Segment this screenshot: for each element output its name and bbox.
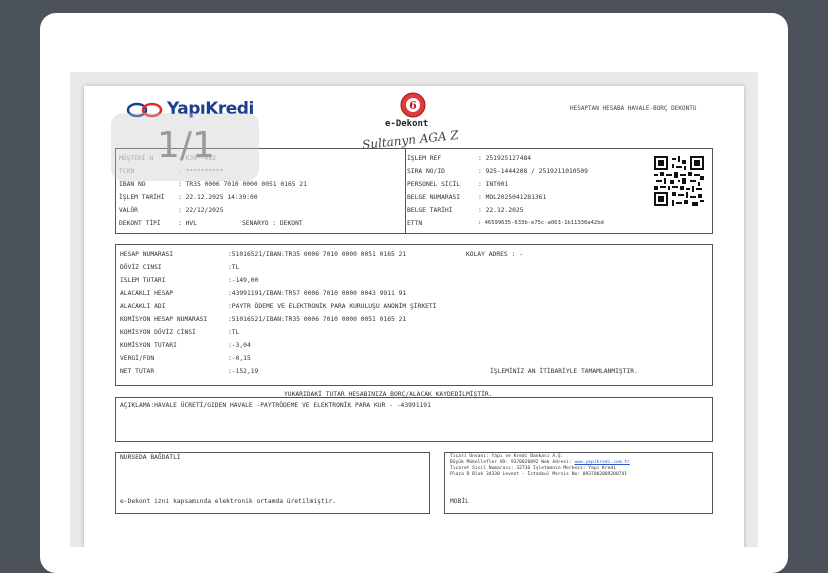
transaction-status: İŞLEMİNİZ AN İTİBARİYLE TAMAMLANMIŞTIR. — [490, 368, 638, 375]
page-counter-overlay: 1/1 — [111, 113, 259, 181]
detail-value: :51016521/IBAN:TR35 0006 7010 0000 0051 … — [228, 316, 407, 323]
detail-value: :-152,19 — [228, 368, 259, 375]
info-right-value: : MOL2025041281361 — [478, 194, 547, 201]
bank-website-link[interactable]: www.yapikredi.com.tr — [574, 460, 629, 465]
senaryo-label: SENARYO : DEKONT — [242, 220, 303, 227]
info-right-label: ETTN — [407, 220, 423, 227]
detail-label: NET TUTAR — [120, 368, 155, 375]
page-counter-text: 1/1 — [157, 125, 215, 166]
customer-name: NURSEDA BAĞDATLI — [120, 454, 181, 461]
info-right-label: İŞLEM REF — [407, 155, 442, 162]
detail-label: ALACAKLI ADI — [120, 303, 166, 310]
vertical-divider — [405, 148, 406, 234]
document-type-title: HESAPTAN HESABA HAVALE-BORÇ DEKONTU — [570, 105, 697, 112]
channel-label: MOBİL — [450, 498, 469, 505]
kolay-adres: KOLAY ADRES : - — [466, 251, 523, 258]
info-left-label: DEKONT TİPİ — [119, 220, 161, 227]
transaction-details-section — [115, 244, 713, 386]
electronic-note: e-Dekont izni kapsamında elektronik orta… — [120, 498, 337, 505]
detail-value: :TL — [228, 329, 240, 336]
info-left-value: : HVL — [178, 220, 197, 227]
info-right-label: SIRA NO/ID — [407, 168, 445, 175]
info-right-value: : 22.12.2025 — [478, 207, 524, 214]
detail-value: :PAYTR ÖDEME VE ELEKTRONİK PARA KURULUŞU… — [228, 303, 437, 310]
info-right-value: : 251925127484 — [478, 155, 532, 162]
detail-label: DÖVİZ CINSI — [120, 264, 162, 271]
svg-text:6: 6 — [409, 99, 417, 112]
info-right-value: : 46599635-633b-e75c-a063-1b11330a42bd — [478, 220, 604, 226]
info-left-value: : 22.12.2025 14:39:00 — [178, 194, 258, 201]
detail-value: :43991191/IBAN:TR57 0006 7010 0000 0043 … — [228, 290, 407, 297]
qr-code-icon — [654, 156, 704, 206]
bank-info-line: Plaza D Blok 34330 Levent - İstanbul Mer… — [450, 472, 628, 477]
info-right-label: PERSONEL SİCİL — [407, 181, 461, 188]
detail-label: HESAP NUMARASI — [120, 251, 174, 258]
info-left-value: : 22/12/2025 — [178, 207, 224, 214]
info-right-value: : 925-1444208 / 2519211010509 — [478, 168, 588, 175]
detail-value: :TL — [228, 264, 240, 271]
description-text: AÇIKLAMA:HAVALE ÜCRETİ/GIDEN HAVALE -PAY… — [120, 402, 431, 409]
info-right-label: BELGE TARİHİ — [407, 207, 453, 214]
detail-label: KOMİSYON HESAP NUMARASI — [120, 316, 208, 323]
detail-label: KOMİSYON DÖVİZ CİNSİ — [120, 329, 196, 336]
info-left-value: : TR35 0006 7010 0000 0051 0165 21 — [178, 181, 307, 188]
detail-label: ALACAKLI HESAP — [120, 290, 174, 297]
info-left-label: VALÖR — [119, 207, 138, 214]
edekont-emblem-icon: 6 — [400, 92, 426, 118]
detail-label: ISLEM TUTARI — [120, 277, 166, 284]
detail-value: :-0,15 — [228, 355, 251, 362]
info-right-label: BELGE NUMARASI — [407, 194, 461, 201]
info-right-value: : INT001 — [478, 181, 509, 188]
info-left-label: IBAN NO — [119, 181, 146, 188]
detail-value: :-3,04 — [228, 342, 251, 349]
detail-value: :51016521/IBAN:TR35 0006 7010 0000 0051 … — [228, 251, 407, 258]
detail-label: VERGİ/FON — [120, 355, 155, 362]
bank-info-text: Büyük Mükellefler VD: 9370020892 Web Adr… — [450, 460, 575, 465]
detail-label: KOMİSYON TUTARI — [120, 342, 177, 349]
detail-value: :-149,00 — [228, 277, 259, 284]
info-left-label: İŞLEM TARİHİ — [119, 194, 165, 201]
